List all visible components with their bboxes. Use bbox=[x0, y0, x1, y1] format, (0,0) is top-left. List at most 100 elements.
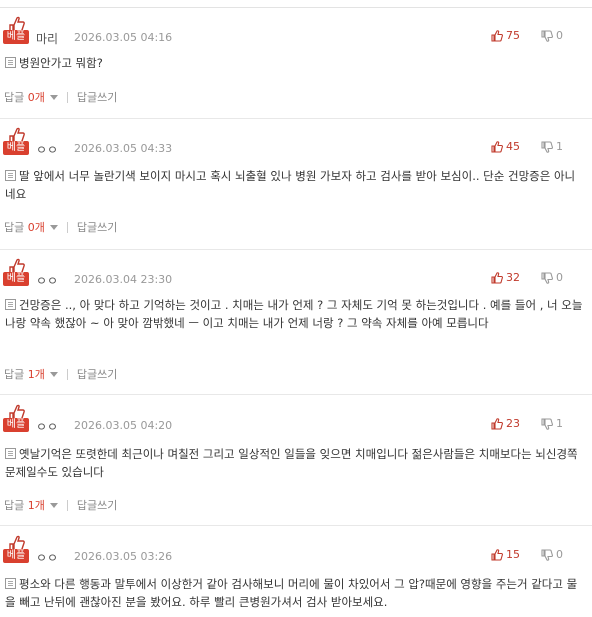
thumbs-up-icon bbox=[491, 548, 503, 561]
memo-icon bbox=[5, 57, 16, 68]
reply-count: 0개 bbox=[27, 221, 45, 234]
best-badge: 베플 bbox=[3, 404, 29, 434]
caret-down-icon[interactable] bbox=[49, 502, 58, 508]
reply-toggle[interactable]: 답글 0개 bbox=[4, 89, 45, 105]
downvote-button[interactable]: 1 bbox=[541, 140, 563, 153]
thumbs-down-icon bbox=[541, 29, 553, 42]
reply-toggle[interactable]: 답글 1개 bbox=[4, 497, 45, 513]
separator bbox=[66, 91, 68, 103]
downvote-button[interactable]: 1 bbox=[541, 417, 563, 430]
memo-icon bbox=[5, 299, 16, 310]
thumbs-down-icon bbox=[541, 271, 553, 284]
comment-item: 베플 ㅇㅇ 2026.03.04 23:30 32 0 건망증은 .., 아 맞… bbox=[0, 258, 592, 392]
downvote-count: 0 bbox=[556, 29, 563, 42]
timestamp: 2026.03.05 03:26 bbox=[74, 550, 173, 563]
reply-label: 답글 bbox=[4, 221, 25, 234]
reply-bar: 답글 0개 답글쓰기 bbox=[4, 89, 117, 105]
reply-count: 1개 bbox=[27, 499, 45, 512]
timestamp: 2026.03.04 23:30 bbox=[74, 273, 173, 286]
comment-body: 건망증은 .., 아 맞다 하고 기억하는 것이고 . 치매는 내가 언제 ? … bbox=[5, 298, 583, 330]
upvote-button[interactable]: 45 bbox=[491, 140, 520, 153]
write-reply-link[interactable]: 답글쓰기 bbox=[77, 497, 117, 513]
nickname[interactable]: ㅇㅇ bbox=[36, 418, 58, 435]
separator bbox=[66, 499, 68, 511]
timestamp: 2026.03.05 04:20 bbox=[74, 419, 173, 432]
comment-text: 평소와 다른 행동과 말투에서 이상한거 같아 검사해보니 머리에 물이 차있어… bbox=[5, 575, 585, 611]
upvote-count: 23 bbox=[506, 417, 520, 430]
best-tag: 베플 bbox=[3, 418, 29, 432]
reply-count: 0개 bbox=[27, 91, 45, 104]
comment-divider bbox=[0, 249, 592, 250]
memo-icon bbox=[5, 448, 16, 459]
reply-count: 1개 bbox=[27, 368, 45, 381]
write-reply-link[interactable]: 답글쓰기 bbox=[77, 89, 117, 105]
reply-bar: 답글 1개 답글쓰기 bbox=[4, 497, 117, 513]
downvote-count: 0 bbox=[556, 271, 563, 284]
downvote-count: 1 bbox=[556, 417, 563, 430]
comment-body: 옛날기억은 또렷한데 최근이나 며칠전 그리고 일상적인 일들을 잊으면 치매입… bbox=[5, 447, 578, 479]
nickname[interactable]: 마리 bbox=[36, 30, 58, 47]
memo-icon bbox=[5, 170, 16, 181]
write-reply-link[interactable]: 답글쓰기 bbox=[77, 219, 117, 235]
comment-item: 베플 ㅇㅇ 2026.03.05 04:20 23 1 옛날기억은 또렷한데 최… bbox=[0, 404, 592, 524]
comment-divider bbox=[0, 394, 592, 395]
comment-text: 건망증은 .., 아 맞다 하고 기억하는 것이고 . 치매는 내가 언제 ? … bbox=[5, 296, 585, 332]
upvote-button[interactable]: 75 bbox=[491, 29, 520, 42]
memo-icon bbox=[5, 578, 16, 589]
thumbs-down-icon bbox=[541, 548, 553, 561]
reply-label: 답글 bbox=[4, 91, 25, 104]
separator bbox=[66, 221, 68, 233]
nickname[interactable]: ㅇㅇ bbox=[36, 141, 58, 158]
upvote-button[interactable]: 23 bbox=[491, 417, 520, 430]
downvote-button[interactable]: 0 bbox=[541, 29, 563, 42]
downvote-count: 0 bbox=[556, 548, 563, 561]
comment-text: 병원안가고 뭐함? bbox=[5, 54, 585, 72]
best-tag: 베플 bbox=[3, 30, 29, 44]
reply-label: 답글 bbox=[4, 499, 25, 512]
downvote-count: 1 bbox=[556, 140, 563, 153]
comment-item: 베플 마리 2026.03.05 04:16 75 0 병원안가고 뭐함? 답글… bbox=[0, 16, 592, 116]
best-badge: 베플 bbox=[3, 127, 29, 157]
nickname[interactable]: ㅇㅇ bbox=[36, 549, 58, 566]
best-badge: 베플 bbox=[3, 16, 29, 46]
timestamp: 2026.03.05 04:16 bbox=[74, 31, 173, 44]
write-reply-link[interactable]: 답글쓰기 bbox=[77, 366, 117, 382]
reply-bar: 답글 0개 답글쓰기 bbox=[4, 219, 117, 235]
comment-body: 딸 앞에서 너무 놀란기색 보이지 마시고 혹시 뇌출혈 있나 병원 가보자 하… bbox=[5, 169, 576, 201]
best-tag: 베플 bbox=[3, 141, 29, 155]
separator bbox=[66, 368, 68, 380]
comment-divider bbox=[0, 118, 592, 119]
thumbs-up-icon bbox=[491, 417, 503, 430]
thumbs-down-icon bbox=[541, 417, 553, 430]
comment-body: 평소와 다른 행동과 말투에서 이상한거 같아 검사해보니 머리에 물이 차있어… bbox=[5, 577, 578, 609]
thumbs-up-icon bbox=[491, 29, 503, 42]
thumbs-up-icon bbox=[491, 271, 503, 284]
best-tag: 베플 bbox=[3, 549, 29, 563]
upvote-count: 15 bbox=[506, 548, 520, 561]
downvote-button[interactable]: 0 bbox=[541, 271, 563, 284]
upvote-count: 75 bbox=[506, 29, 520, 42]
top-divider bbox=[0, 7, 592, 8]
reply-toggle[interactable]: 답글 0개 bbox=[4, 219, 45, 235]
reply-toggle[interactable]: 답글 1개 bbox=[4, 366, 45, 382]
caret-down-icon[interactable] bbox=[49, 371, 58, 377]
upvote-button[interactable]: 15 bbox=[491, 548, 520, 561]
upvote-count: 45 bbox=[506, 140, 520, 153]
timestamp: 2026.03.05 04:33 bbox=[74, 142, 173, 155]
caret-down-icon[interactable] bbox=[49, 224, 58, 230]
upvote-count: 32 bbox=[506, 271, 520, 284]
comment-item: 베플 ㅇㅇ 2026.03.05 03:26 15 0 평소와 다른 행동과 말… bbox=[0, 535, 592, 617]
thumbs-down-icon bbox=[541, 140, 553, 153]
caret-down-icon[interactable] bbox=[49, 94, 58, 100]
comment-item: 베플 ㅇㅇ 2026.03.05 04:33 45 1 딸 앞에서 너무 놀란기… bbox=[0, 127, 592, 247]
best-badge: 베플 bbox=[3, 535, 29, 565]
comment-body: 병원안가고 뭐함? bbox=[19, 56, 103, 70]
best-tag: 베플 bbox=[3, 272, 29, 286]
upvote-button[interactable]: 32 bbox=[491, 271, 520, 284]
reply-bar: 답글 1개 답글쓰기 bbox=[4, 366, 117, 382]
thumbs-up-icon bbox=[491, 140, 503, 153]
reply-label: 답글 bbox=[4, 368, 25, 381]
downvote-button[interactable]: 0 bbox=[541, 548, 563, 561]
best-badge: 베플 bbox=[3, 258, 29, 288]
nickname[interactable]: ㅇㅇ bbox=[36, 272, 58, 289]
